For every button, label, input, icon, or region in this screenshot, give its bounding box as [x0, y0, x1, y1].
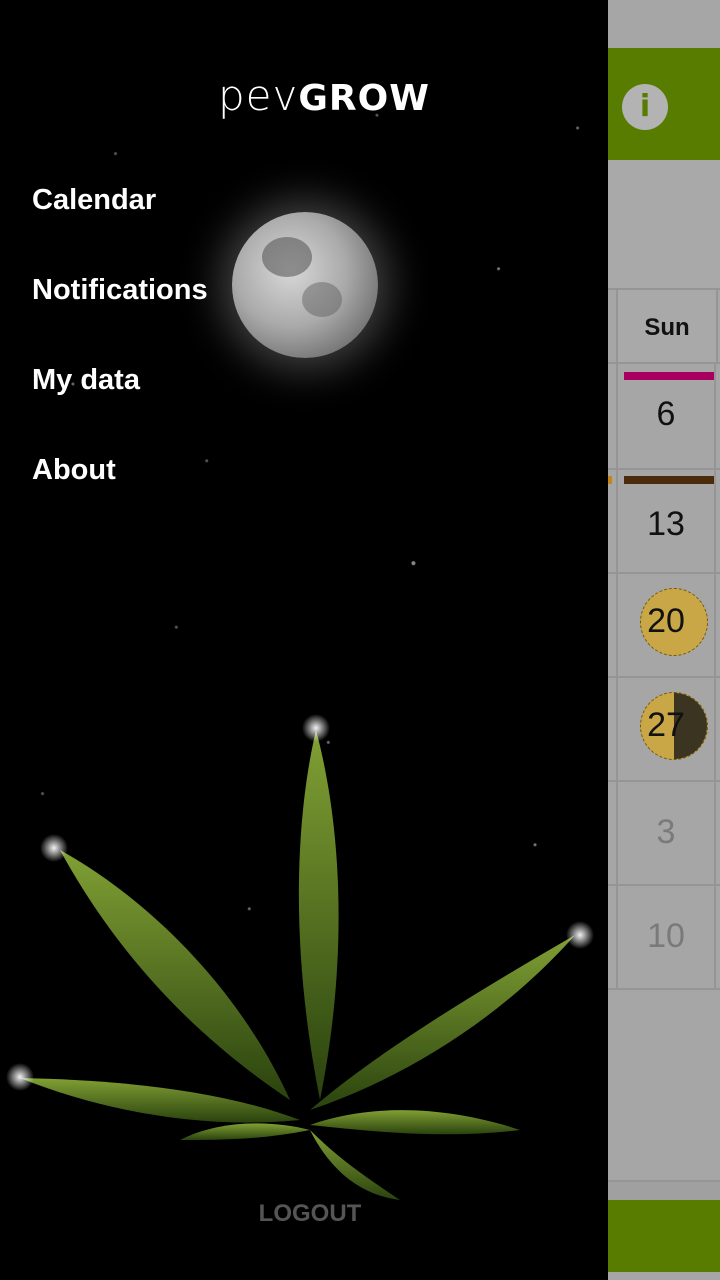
logo-text-bold: GROW	[298, 78, 430, 119]
day-number: 3	[656, 813, 676, 851]
bottom-divider	[608, 1180, 720, 1202]
day-number: 13	[647, 505, 685, 543]
event-marker	[624, 476, 714, 484]
menu-item-calendar[interactable]: Calendar	[32, 184, 156, 217]
day-number: 10	[647, 917, 685, 955]
calendar-day-cell[interactable]: 3	[618, 782, 714, 884]
grid-line	[714, 288, 716, 988]
cannabis-leaf-image	[6, 714, 594, 1200]
logout-button[interactable]: LOGOUT	[0, 1200, 608, 1228]
day-header-sun: Sun	[616, 290, 718, 362]
calendar-app-background: i Sun 6 13 20 27 3 10	[608, 0, 720, 1280]
info-icon[interactable]: i	[622, 84, 668, 130]
menu-item-about[interactable]: About	[32, 454, 116, 487]
moon-image	[232, 212, 378, 358]
calendar-day-cell[interactable]: 10	[618, 886, 714, 988]
menu-item-my-data[interactable]: My data	[32, 364, 140, 397]
event-marker	[624, 372, 714, 380]
calendar-subheader	[608, 160, 720, 288]
event-marker	[608, 476, 612, 484]
day-number: 6	[656, 395, 676, 433]
navigation-drawer: pevGROW Calendar Notifications My data A…	[0, 0, 608, 1280]
logo-text-light: pev	[218, 71, 299, 120]
bottom-action-bar[interactable]	[608, 1200, 720, 1272]
menu-item-notifications[interactable]: Notifications	[32, 274, 208, 307]
calendar-day-cell[interactable]: 6	[618, 364, 714, 466]
day-number: 20	[647, 602, 685, 640]
grid-line	[608, 988, 720, 990]
calendar-day-cell[interactable]: 13	[618, 468, 714, 570]
calendar-day-cell[interactable]: 27	[618, 678, 714, 780]
day-number: 27	[647, 706, 685, 744]
app-logo: pevGROW	[218, 68, 430, 127]
calendar-day-cell[interactable]: 20	[618, 574, 714, 676]
